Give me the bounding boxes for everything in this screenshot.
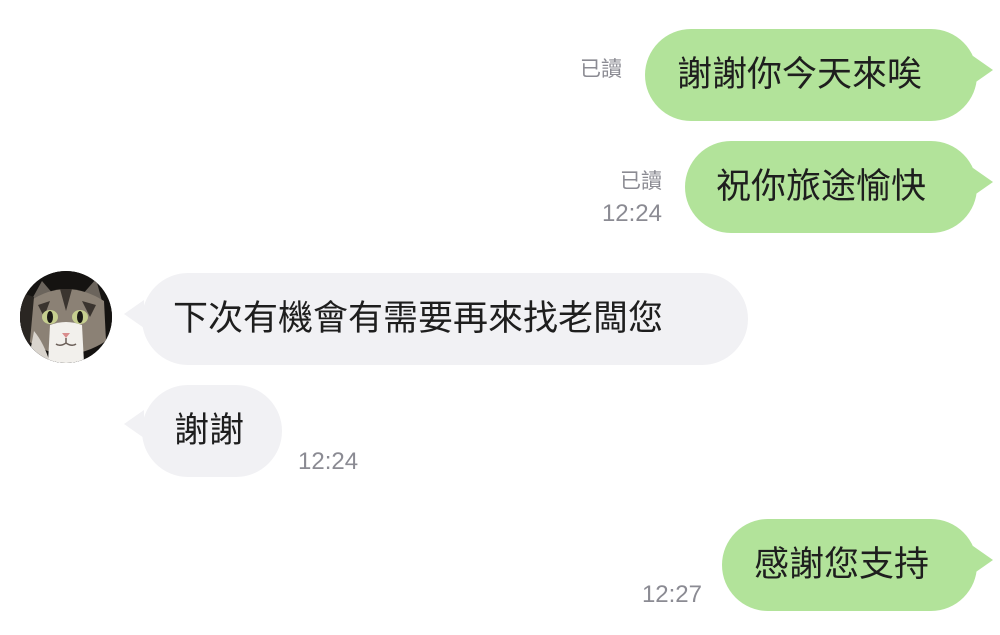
message-text: 感謝您支持 <box>754 544 930 585</box>
message-bubble-outgoing[interactable]: 謝謝你今天來唉 <box>645 29 977 121</box>
message-text: 謝謝你今天來唉 <box>677 54 923 95</box>
bubble-tail <box>124 300 144 328</box>
bubble-tail <box>973 168 993 196</box>
read-label: 已讀 <box>580 58 622 81</box>
message-meta: 12:24 <box>298 448 358 476</box>
contact-avatar[interactable] <box>20 271 112 363</box>
cat-avatar-icon <box>20 271 112 363</box>
timestamp: 12:24 <box>601 200 662 227</box>
message-text: 祝你旅途愉快 <box>716 166 927 207</box>
message-bubble-incoming[interactable]: 下次有機會有需要再來找老闆您 <box>142 273 748 365</box>
bubble-tail <box>124 410 144 438</box>
message-text: 謝謝 <box>174 410 245 451</box>
message-text: 下次有機會有需要再來找老闆您 <box>173 298 664 339</box>
message-bubble-incoming[interactable]: 謝謝 <box>142 385 282 477</box>
read-label: 已讀 <box>620 170 662 193</box>
message-meta: 12:27 <box>642 581 702 609</box>
message-bubble-outgoing[interactable]: 祝你旅途愉快 <box>685 141 977 233</box>
read-receipt: 已讀 12:24 <box>602 170 662 228</box>
bubble-tail <box>973 546 993 574</box>
read-receipt: 已讀 <box>580 58 622 82</box>
timestamp: 12:24 <box>298 448 359 475</box>
timestamp: 12:27 <box>641 581 702 608</box>
bubble-tail <box>973 56 993 84</box>
message-bubble-outgoing[interactable]: 感謝您支持 <box>722 519 977 611</box>
